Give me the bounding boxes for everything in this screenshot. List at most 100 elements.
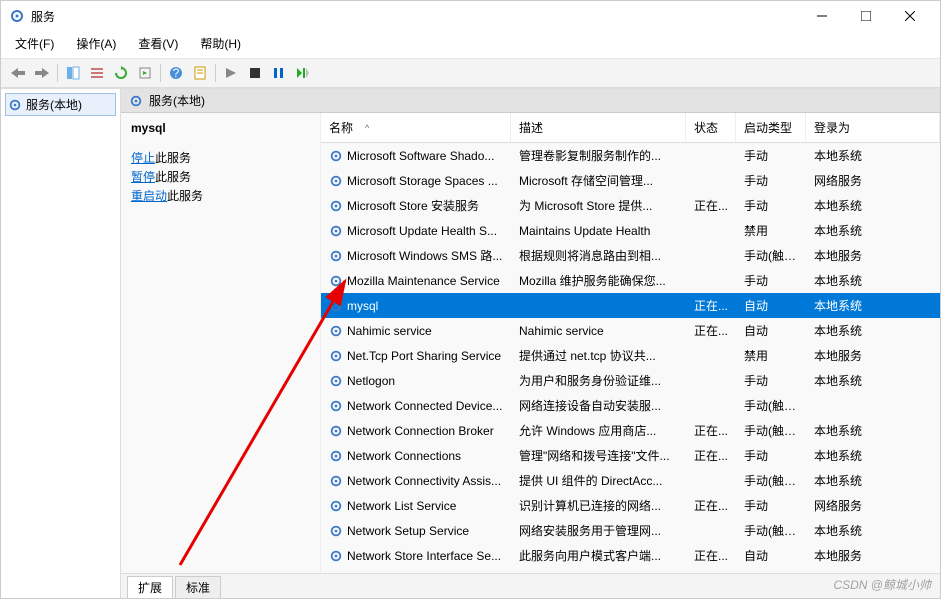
table-row[interactable]: Netlogon为用户和服务身份验证维...手动本地系统 — [321, 368, 940, 393]
cell-name: Microsoft Windows SMS 路... — [321, 245, 511, 266]
column-header-desc[interactable]: 描述 — [511, 113, 686, 142]
table-row[interactable]: Microsoft Update Health S...Maintains Up… — [321, 218, 940, 243]
cell-desc — [511, 304, 686, 308]
table-row[interactable]: Network Connected Device...网络连接设备自动安装服..… — [321, 393, 940, 418]
action-suffix: 此服务 — [155, 151, 191, 165]
tb-start-icon[interactable] — [220, 62, 242, 84]
cell-desc: 管理卷影复制服务制作的... — [511, 145, 686, 166]
table-row[interactable]: Microsoft Windows SMS 路...根据规则将消息路由到相...… — [321, 243, 940, 268]
tb-stop-icon[interactable] — [244, 62, 266, 84]
tb-help-icon[interactable]: ? — [165, 62, 187, 84]
menu-file[interactable]: 文件(F) — [11, 33, 58, 54]
tb-refresh-icon[interactable] — [110, 62, 132, 84]
tb-restart-icon[interactable] — [292, 62, 314, 84]
cell-name: Network Connection Broker — [321, 422, 511, 440]
cell-logon: 本地服务 — [806, 245, 940, 266]
column-header-start[interactable]: 启动类型 — [736, 113, 806, 142]
table-row[interactable]: Network Connection Broker允许 Windows 应用商店… — [321, 418, 940, 443]
action-suffix: 此服务 — [167, 189, 203, 203]
nav-back-button[interactable] — [7, 62, 29, 84]
cell-logon: 本地系统 — [806, 320, 940, 341]
action-link[interactable]: 暂停 — [131, 170, 155, 184]
table-row[interactable]: mysql正在...自动本地系统 — [321, 293, 940, 318]
cell-start: 自动 — [736, 295, 806, 316]
cell-logon: 本地系统 — [806, 295, 940, 316]
column-header-name[interactable]: 名称^ — [321, 113, 511, 142]
action-link[interactable]: 重启动 — [131, 189, 167, 203]
column-header-logon[interactable]: 登录为 — [806, 113, 940, 142]
cell-desc: Mozilla 维护服务能确保您... — [511, 270, 686, 291]
cell-start: 手动 — [736, 270, 806, 291]
cell-name: Microsoft Update Health S... — [321, 222, 511, 240]
column-header-state[interactable]: 状态 — [686, 113, 736, 142]
menu-help[interactable]: 帮助(H) — [196, 33, 245, 54]
cell-logon: 本地系统 — [806, 420, 940, 441]
menu-action[interactable]: 操作(A) — [72, 33, 120, 54]
table-row[interactable]: Network Setup Service网络安装服务用于管理网...手动(触发… — [321, 518, 940, 543]
cell-desc: 允许 Windows 应用商店... — [511, 420, 686, 441]
cell-name: Mozilla Maintenance Service — [321, 272, 511, 290]
cell-logon: 本地系统 — [806, 370, 940, 391]
cell-name: Network List Service — [321, 497, 511, 515]
menu-view[interactable]: 查看(V) — [134, 33, 182, 54]
cell-logon — [806, 404, 940, 408]
cell-desc: 管理"网络和拨号连接"文件... — [511, 445, 686, 466]
list-header: 名称^ 描述 状态 启动类型 登录为 — [321, 113, 940, 143]
action-link[interactable]: 停止 — [131, 151, 155, 165]
pane-header-title: 服务(本地) — [149, 92, 205, 109]
table-row[interactable]: Microsoft Software Shado...管理卷影复制服务制作的..… — [321, 143, 940, 168]
cell-state — [686, 529, 736, 533]
table-row[interactable]: Nahimic serviceNahimic service正在...自动本地系… — [321, 318, 940, 343]
cell-start: 手动(触发... — [736, 520, 806, 541]
service-action: 暂停此服务 — [131, 168, 310, 185]
table-row[interactable]: Network Connections管理"网络和拨号连接"文件...正在...… — [321, 443, 940, 468]
maximize-button[interactable] — [844, 2, 888, 30]
cell-start: 禁用 — [736, 345, 806, 366]
cell-desc: 识别计算机已连接的网络... — [511, 495, 686, 516]
cell-start: 手动 — [736, 445, 806, 466]
list-rows[interactable]: Microsoft Software Shado...管理卷影复制服务制作的..… — [321, 143, 940, 573]
tb-properties-icon[interactable] — [189, 62, 211, 84]
cell-name: Microsoft Store 安装服务 — [321, 195, 511, 216]
cell-logon: 本地系统 — [806, 445, 940, 466]
table-row[interactable]: Mozilla Maintenance ServiceMozilla 维护服务能… — [321, 268, 940, 293]
table-row[interactable]: Network Connectivity Assis...提供 UI 组件的 D… — [321, 468, 940, 493]
cell-name: Microsoft Software Shado... — [321, 147, 511, 165]
table-row[interactable]: Network Store Interface Se...此服务向用户模式客户端… — [321, 543, 940, 568]
svg-text:?: ? — [173, 66, 180, 80]
minimize-button[interactable] — [800, 2, 844, 30]
tree-root-label: 服务(本地) — [26, 96, 82, 113]
tb-list-icon[interactable] — [86, 62, 108, 84]
tb-pause-icon[interactable] — [268, 62, 290, 84]
cell-name: Netlogon — [321, 372, 511, 390]
table-row[interactable]: Network List Service识别计算机已连接的网络...正在...手… — [321, 493, 940, 518]
nav-forward-button[interactable] — [31, 62, 53, 84]
cell-logon: 本地系统 — [806, 270, 940, 291]
cell-start: 手动(触发... — [736, 245, 806, 266]
cell-desc: 此服务向用户模式客户端... — [511, 545, 686, 566]
cell-logon: 本地系统 — [806, 220, 940, 241]
cell-name: Nahimic service — [321, 322, 511, 340]
detail-panel: mysql 停止此服务暂停此服务重启动此服务 — [121, 113, 321, 573]
tb-export-icon[interactable] — [134, 62, 156, 84]
cell-state — [686, 254, 736, 258]
table-row[interactable]: Microsoft Storage Spaces ...Microsoft 存储… — [321, 168, 940, 193]
services-window: 服务 文件(F) 操作(A) 查看(V) 帮助(H) ? — [0, 0, 941, 599]
tab-standard[interactable]: 标准 — [175, 576, 221, 598]
cell-name: Network Connectivity Assis... — [321, 472, 511, 490]
close-button[interactable] — [888, 2, 932, 30]
tab-extended[interactable]: 扩展 — [127, 576, 173, 598]
cell-desc: 提供通过 net.tcp 协议共... — [511, 345, 686, 366]
tree-root-item[interactable]: 服务(本地) — [5, 93, 116, 116]
table-row[interactable]: Net.Tcp Port Sharing Service提供通过 net.tcp… — [321, 343, 940, 368]
cell-state — [686, 479, 736, 483]
tb-details-icon[interactable] — [62, 62, 84, 84]
selected-service-name: mysql — [131, 121, 310, 135]
cell-name: Microsoft Storage Spaces ... — [321, 172, 511, 190]
services-list: 名称^ 描述 状态 启动类型 登录为 Microsoft Software Sh… — [321, 113, 940, 573]
cell-state — [686, 229, 736, 233]
menubar: 文件(F) 操作(A) 查看(V) 帮助(H) — [1, 31, 940, 59]
left-tree-pane: 服务(本地) — [1, 89, 121, 598]
cell-start: 自动 — [736, 545, 806, 566]
table-row[interactable]: Microsoft Store 安装服务为 Microsoft Store 提供… — [321, 193, 940, 218]
